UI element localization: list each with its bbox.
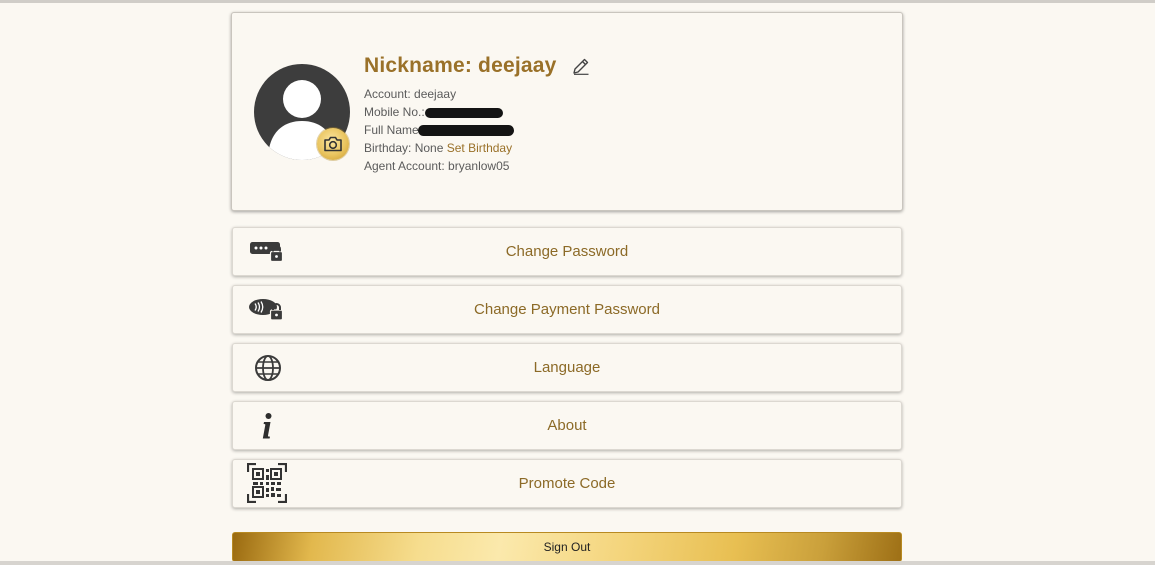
set-birthday-link[interactable]: Set Birthday — [447, 141, 512, 155]
pencil-icon[interactable] — [571, 56, 591, 76]
camera-icon — [324, 136, 342, 152]
account-line: Account: deejaay — [364, 87, 457, 101]
sign-out-label: Sign Out — [543, 540, 591, 554]
promote-code-button[interactable]: Promote Code — [232, 459, 902, 508]
nickname-row: Nickname: deejaay — [364, 54, 591, 78]
about-button[interactable]: About — [232, 401, 902, 450]
profile-info: Account: deejaay Mobile No.: Full Name B… — [364, 85, 514, 175]
agent-account-line: Agent Account: bryanlow05 — [364, 159, 510, 173]
mobile-line: Mobile No.: — [364, 103, 512, 121]
language-label: Language — [533, 359, 601, 376]
bottom-border — [0, 561, 1155, 565]
top-border — [0, 0, 1155, 3]
birthday-label: Birthday: None — [364, 141, 444, 155]
mobile-label: Mobile No.: — [364, 105, 425, 119]
full-name-line: Full Name — [364, 121, 514, 139]
about-label: About — [547, 417, 587, 434]
sign-out-button[interactable]: Sign Out — [232, 532, 902, 562]
language-button[interactable]: Language — [232, 343, 902, 392]
nickname: Nickname: deejaay — [364, 54, 557, 77]
camera-button[interactable] — [317, 128, 349, 160]
promote-code-label: Promote Code — [518, 475, 616, 492]
mobile-redaction — [425, 108, 503, 118]
change-password-button[interactable]: Change Password — [232, 227, 902, 276]
change-payment-password-label: Change Payment Password — [474, 301, 660, 318]
birthday-line: Birthday: None Set Birthday — [364, 139, 512, 157]
full-name-label: Full Name — [364, 123, 419, 137]
full-name-redaction — [418, 125, 514, 136]
profile-card: Nickname: deejaay Account: deejaay Mobil… — [231, 12, 903, 211]
change-password-label: Change Password — [505, 243, 629, 260]
change-payment-password-button[interactable]: Change Payment Password — [232, 285, 902, 334]
